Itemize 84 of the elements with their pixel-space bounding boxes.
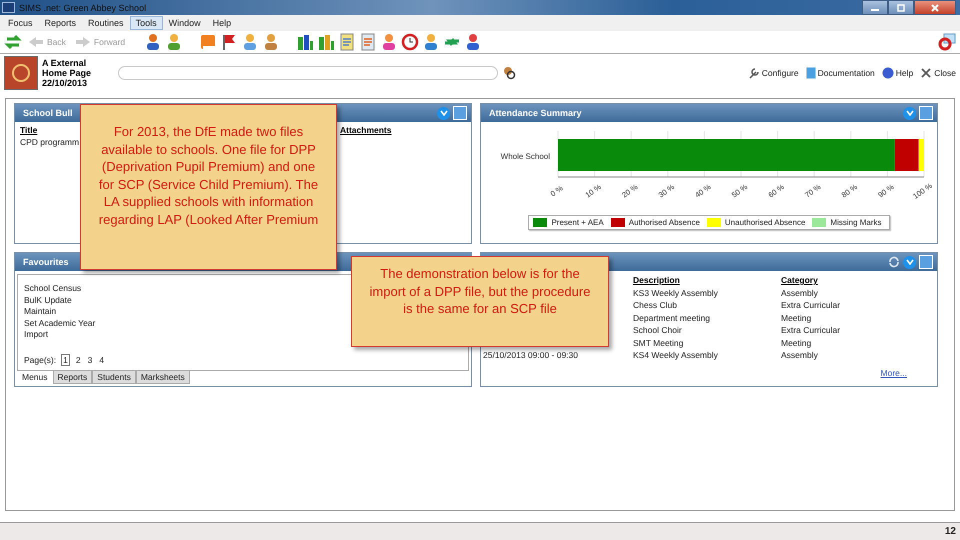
panel-title: Favourites <box>23 257 69 267</box>
wrench-icon <box>748 67 760 79</box>
legend-label: Authorised Absence <box>628 218 700 227</box>
expand-button[interactable] <box>453 106 467 120</box>
table-cell-text: Department meeting <box>633 312 712 322</box>
column-header: Description <box>633 275 681 285</box>
minimize-button[interactable] <box>862 0 888 15</box>
favourite-link[interactable]: Import <box>24 329 48 339</box>
chart-icon[interactable] <box>296 33 314 51</box>
more-link[interactable]: More... <box>880 368 907 378</box>
favourite-link[interactable]: BulK Update <box>24 294 72 304</box>
clock-icon[interactable] <box>401 33 420 51</box>
page-link[interactable]: 1 <box>61 354 70 366</box>
column-header: Title <box>20 125 38 135</box>
column-header: Category <box>781 275 819 285</box>
right-arrow-icon <box>74 36 91 48</box>
legend-label: Unauthorised Absence <box>724 218 806 227</box>
user-name: A External <box>42 58 88 68</box>
close-icon <box>920 67 932 79</box>
table-cell-text: Chess Club <box>633 300 678 310</box>
header-link[interactable]: Close <box>920 67 956 79</box>
table-cell-text: Meeting <box>781 312 812 322</box>
category-label: Whole School <box>500 152 550 161</box>
favourite-link[interactable]: Set Academic Year <box>24 318 96 328</box>
page-date: 22/10/2013 <box>42 78 88 88</box>
table-cell-text: KS4 Weekly Assembly <box>633 350 719 360</box>
menu-item[interactable]: Reports <box>38 16 82 30</box>
search-field[interactable] <box>118 66 498 80</box>
legend-label: Missing Marks <box>830 218 882 227</box>
favourite-link[interactable]: Maintain <box>24 306 56 316</box>
menu-item[interactable]: Routines <box>82 16 130 30</box>
expand-button[interactable] <box>919 255 933 269</box>
lifebuoy-icon[interactable] <box>938 33 956 51</box>
table-cell-text: School Choir <box>633 325 683 335</box>
slide-number: 12 <box>944 526 956 537</box>
page-link[interactable]: 2 <box>74 355 82 365</box>
expand-button[interactable] <box>919 106 933 120</box>
collapse-button[interactable] <box>903 256 916 268</box>
table-cell-text: SMT Meeting <box>633 338 684 348</box>
tab[interactable]: Reports <box>52 371 92 384</box>
table-cell-text: Extra Curricular <box>781 300 842 310</box>
favourite-link[interactable]: School Census <box>24 283 82 293</box>
tab[interactable]: Marksheets <box>136 371 190 384</box>
app-logo-icon <box>2 2 15 13</box>
close-button[interactable] <box>914 0 956 15</box>
page-link[interactable]: 3 <box>86 355 94 365</box>
chart-icon[interactable] <box>317 33 336 51</box>
callout-note: The demonstration below is for the import of a DPP file, but the procedure is the same for an SCP file <box>351 256 609 347</box>
column-header: Attachments <box>340 125 392 137</box>
panel-title: School Bull <box>23 108 72 118</box>
maximize-button[interactable] <box>888 0 914 15</box>
table-cell: CPD programm <box>20 137 80 147</box>
chevron-down-icon <box>440 110 448 116</box>
table-cell-text: KS3 Weekly Assembly <box>633 288 719 298</box>
pages-label: Page(s): <box>24 355 56 365</box>
menu-item[interactable]: Help <box>206 16 238 30</box>
header-link[interactable]: Configure <box>748 67 799 79</box>
chevron-down-icon <box>906 259 914 265</box>
menu-item[interactable]: Tools <box>130 16 163 30</box>
school-crest-icon <box>4 56 38 90</box>
callout-note: For 2013, the DfE made two files available to schools. One file for DPP (Deprivation Pupil Premium) and one for SCP (Service Child Premium). The LA supplied schools with information regarding LAP (Looked After Premium <box>80 104 337 270</box>
page-name: Home Page <box>42 68 92 78</box>
chevron-down-icon <box>906 110 914 116</box>
collapse-button[interactable] <box>437 106 450 120</box>
page-link[interactable]: 4 <box>98 355 106 365</box>
header-link[interactable]: Help <box>882 67 914 79</box>
tab[interactable]: Students <box>92 371 136 384</box>
close-icon <box>930 4 940 12</box>
header-link[interactable]: Documentation <box>806 67 875 79</box>
window-title: SIMS .net: Green Abbey School <box>19 2 146 12</box>
table-cell-text: 25/10/2013 09:00 - 09:30 <box>483 350 579 360</box>
table-cell-text: Assembly <box>781 288 819 298</box>
table-cell-text: Assembly <box>781 350 819 360</box>
refresh-icon[interactable] <box>888 256 900 268</box>
panel-title: Attendance Summary <box>489 108 582 118</box>
menu-item[interactable]: Focus <box>2 16 39 30</box>
left-arrow-icon <box>28 36 44 48</box>
table-cell-text: Extra Curricular <box>781 325 842 335</box>
table-cell-text: Meeting <box>781 338 812 348</box>
collapse-button[interactable] <box>903 106 916 120</box>
square-icon <box>896 4 906 12</box>
legend-label: Present + AEA <box>551 218 604 227</box>
refresh-arrows-icon[interactable] <box>4 33 22 51</box>
menu-item[interactable]: Window <box>162 16 207 30</box>
